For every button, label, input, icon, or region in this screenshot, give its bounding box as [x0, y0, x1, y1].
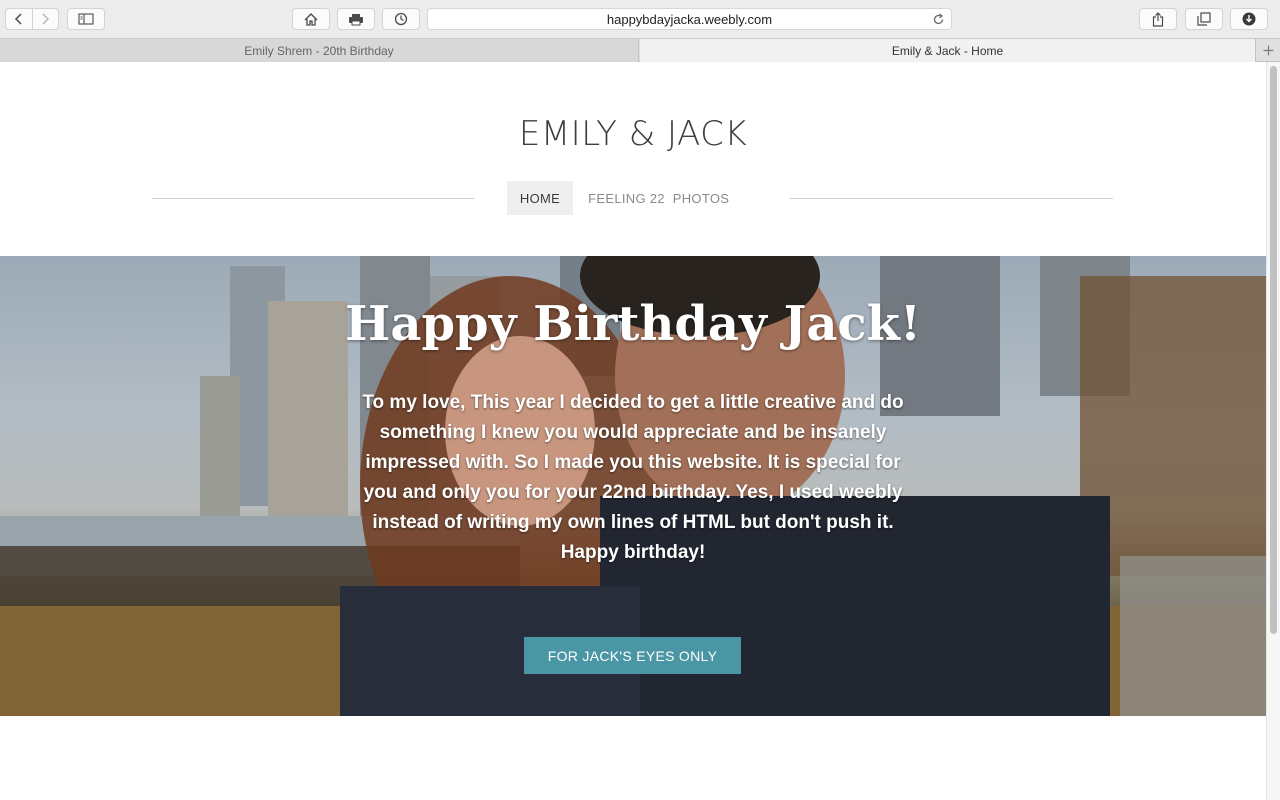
- back-icon: [14, 13, 22, 25]
- print-button[interactable]: [337, 8, 375, 30]
- reload-icon[interactable]: [932, 13, 945, 26]
- nav-item-home[interactable]: HOME: [507, 181, 573, 215]
- for-jacks-eyes-only-button[interactable]: FOR JACK'S EYES ONLY: [524, 637, 741, 674]
- hero-banner: Happy Birthday Jack! To my love, This ye…: [0, 256, 1266, 716]
- tab-label: Emily Shrem - 20th Birthday: [244, 43, 394, 58]
- history-icon: [394, 12, 408, 26]
- tabs-overview-button[interactable]: [1185, 8, 1223, 30]
- sidebar-button[interactable]: [67, 8, 105, 30]
- site-title[interactable]: EMILY & JACK: [0, 114, 1266, 154]
- browser-toolbar: happybdayjacka.weebly.com: [0, 0, 1280, 38]
- hero-message-text: To my love, This year I decided to get a…: [362, 392, 904, 533]
- new-tab-button[interactable]: [1257, 39, 1280, 62]
- downloads-button[interactable]: [1230, 8, 1268, 30]
- history-button[interactable]: [382, 8, 420, 30]
- nav-divider-right: [790, 198, 1113, 199]
- download-icon: [1242, 12, 1256, 26]
- back-button[interactable]: [6, 9, 32, 29]
- home-button[interactable]: [292, 8, 330, 30]
- tab-label: Emily & Jack - Home: [891, 43, 1004, 58]
- hero-title: Happy Birthday Jack!: [345, 296, 921, 352]
- sidebar-icon: [78, 13, 94, 25]
- back-forward-group: [5, 8, 59, 30]
- address-bar[interactable]: happybdayjacka.weebly.com: [427, 8, 952, 30]
- home-icon: [304, 12, 318, 26]
- web-page: EMILY & JACK HOME FEELING 22 PHOTOS Happ…: [0, 62, 1266, 800]
- nav-item-feeling-22[interactable]: FEELING 22: [573, 181, 680, 215]
- forward-button[interactable]: [31, 9, 59, 29]
- new-tab-icon: [1263, 45, 1274, 56]
- tabs-overview-icon: [1197, 12, 1211, 26]
- share-button[interactable]: [1139, 8, 1177, 30]
- page-scrollbar[interactable]: [1266, 62, 1280, 800]
- print-icon: [349, 13, 363, 25]
- hero-closing-text: Happy birthday!: [560, 542, 706, 563]
- nav-item-photos[interactable]: PHOTOS: [673, 181, 729, 215]
- nav-divider-left: [152, 198, 474, 199]
- url-text: happybdayjacka.weebly.com: [606, 12, 773, 27]
- forward-icon: [42, 13, 50, 25]
- scrollbar-thumb[interactable]: [1270, 66, 1277, 634]
- tab-emily-shrem[interactable]: Emily Shrem - 20th Birthday: [0, 39, 639, 62]
- site-nav: HOME FEELING 22 PHOTOS: [507, 181, 729, 215]
- share-icon: [1152, 11, 1164, 27]
- tab-bar: Emily Shrem - 20th Birthday Emily & Jack…: [0, 38, 1280, 62]
- tab-emily-jack-home[interactable]: Emily & Jack - Home: [640, 39, 1256, 62]
- hero-message: To my love, This year I decided to get a…: [358, 388, 908, 568]
